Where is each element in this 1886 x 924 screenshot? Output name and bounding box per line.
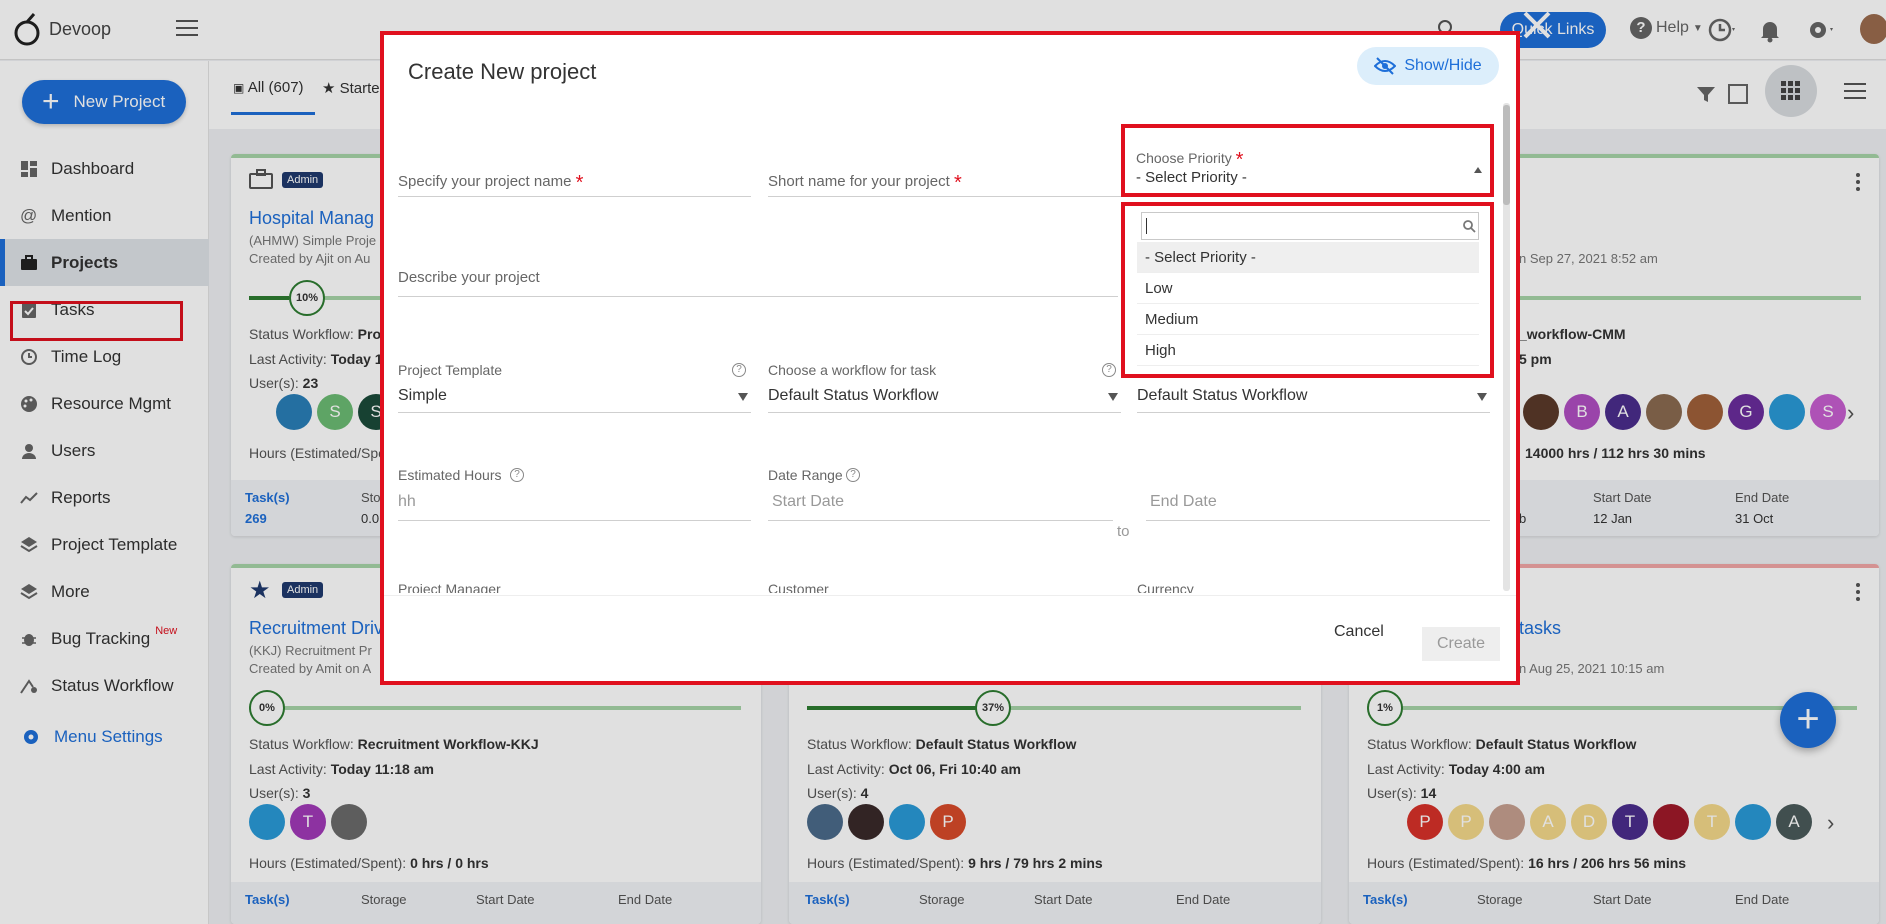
end-date-input[interactable]: End Date: [1146, 487, 1490, 521]
project-template-label: Project Template: [398, 362, 503, 378]
task-workflow-label: Choose a workflow for task: [768, 362, 937, 378]
priority-label: Choose Priority *: [1136, 149, 1244, 171]
project-description-input[interactable]: Describe your project: [398, 263, 1118, 297]
priority-option-high[interactable]: High: [1137, 335, 1479, 366]
cancel-button[interactable]: Cancel: [1334, 623, 1384, 641]
project-name-placeholder: Specify your project name *: [398, 172, 584, 194]
priority-option-low[interactable]: Low: [1137, 273, 1479, 304]
modal-scrollbar[interactable]: [1503, 103, 1510, 591]
priority-option-medium[interactable]: Medium: [1137, 304, 1479, 335]
status-workflow-select[interactable]: Default Status Workflow: [1137, 381, 1490, 413]
help-circle-icon[interactable]: ?: [510, 468, 524, 482]
eye-off-icon: [1374, 57, 1397, 75]
status-workflow-value: Default Status Workflow: [1137, 387, 1308, 404]
show-hide-label: Show/Hide: [1404, 57, 1482, 74]
project-name-input[interactable]: Specify your project name *: [398, 161, 751, 197]
start-date-placeholder: Start Date: [772, 493, 845, 510]
priority-search-input[interactable]: [1141, 212, 1479, 240]
project-template-value: Simple: [398, 387, 447, 404]
task-workflow-value: Default Status Workflow: [768, 387, 939, 404]
date-range-to: to: [1117, 523, 1130, 540]
priority-value: - Select Priority -: [1136, 169, 1247, 186]
description-placeholder: Describe your project: [398, 269, 540, 286]
search-icon: [1463, 220, 1476, 233]
caret-down-icon: [1108, 393, 1118, 401]
priority-dropdown: - Select Priority - Low Medium High: [1121, 202, 1494, 378]
scrollbar-thumb[interactable]: [1503, 105, 1510, 205]
short-name-placeholder: Short name for your project *: [768, 172, 962, 194]
help-circle-icon[interactable]: ?: [846, 468, 860, 482]
customer-label: Customer: [768, 581, 829, 593]
footer-divider: [384, 595, 1516, 596]
start-date-input[interactable]: Start Date: [768, 487, 1113, 521]
short-name-input[interactable]: Short name for your project *: [768, 161, 1121, 197]
caret-down-icon: [738, 393, 748, 401]
help-circle-icon[interactable]: ?: [732, 363, 746, 377]
create-button[interactable]: Create: [1422, 627, 1500, 661]
date-range-label: Date Range: [768, 467, 843, 483]
show-hide-button[interactable]: Show/Hide: [1357, 47, 1499, 85]
caret-up-icon: [1474, 167, 1482, 173]
help-circle-icon[interactable]: ?: [1102, 363, 1116, 377]
estimated-hours-input[interactable]: hh: [398, 487, 751, 521]
caret-down-icon: [1477, 393, 1487, 401]
end-date-placeholder: End Date: [1150, 493, 1217, 510]
project-manager-label: Project Manager: [398, 581, 501, 593]
create-project-modal: Create New project Show/Hide Specify you…: [384, 35, 1516, 681]
task-workflow-select[interactable]: Default Status Workflow: [768, 381, 1121, 413]
text-cursor: [1146, 218, 1147, 234]
modal-scroll-clip: Project Manager Customer Currency: [384, 581, 1499, 593]
priority-select[interactable]: Choose Priority * - Select Priority -: [1121, 124, 1494, 197]
currency-label: Currency: [1137, 581, 1194, 593]
modal-title: Create New project: [408, 59, 597, 84]
estimated-hours-label: Estimated Hours: [398, 467, 502, 483]
priority-option-select[interactable]: - Select Priority -: [1137, 242, 1479, 273]
estimated-hours-placeholder: hh: [398, 493, 416, 510]
project-template-select[interactable]: Simple: [398, 381, 751, 413]
